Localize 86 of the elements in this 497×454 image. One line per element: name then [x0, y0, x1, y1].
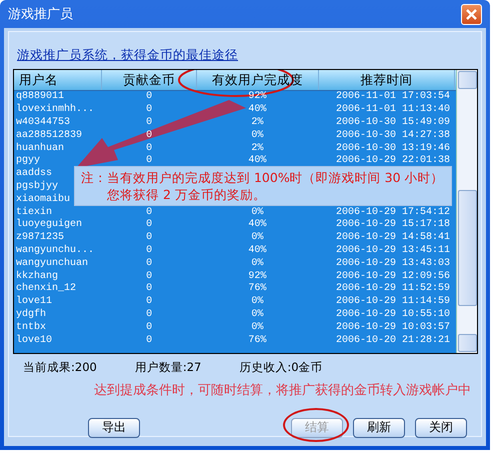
- stat-text: 当前成果:200: [23, 360, 97, 375]
- hint-text: 达到提成条件时，可随时结算，将推广获得的金币转入游戏帐户中: [93, 382, 472, 399]
- table-cell: 2006-10-20 21:28:21: [336, 334, 450, 346]
- table-cell: 2%: [251, 116, 264, 128]
- table-cell: 76%: [248, 334, 266, 346]
- table-cell: 0: [146, 334, 152, 346]
- table-cell: 2006-10-29 11:14:59: [336, 296, 450, 308]
- table-cell: z9871235: [16, 232, 64, 244]
- stat-text: 用户数量:27: [134, 360, 202, 375]
- table-cell: 0: [146, 270, 152, 282]
- note-text: 注：当有效用户的完成度达到 100%时（即游戏时间 30 小时）: [81, 169, 444, 186]
- table-cell: 2006-10-29 10:03:57: [336, 322, 450, 333]
- table-cell: 0%: [251, 308, 264, 320]
- table-cell: 0%: [251, 322, 264, 333]
- table-cell: 2006-10-29 14:58:41: [336, 232, 450, 244]
- scrollbar[interactable]: [456, 70, 477, 353]
- table-cell: xiaomaibu: [16, 194, 70, 205]
- table-cell: 2006-10-29 10:55:10: [336, 308, 450, 320]
- table-cell: 0: [146, 206, 152, 218]
- column-header[interactable]: 用户名: [14, 70, 102, 90]
- table-cell: 2006-11-01 11:13:40: [336, 104, 450, 116]
- table-cell: 2006-11-01 17:03:54: [336, 91, 450, 102]
- table-cell: 2006-10-30 14:27:38: [336, 130, 450, 141]
- table-cell: 0%: [251, 296, 264, 308]
- window-title: 游戏推广员: [8, 6, 73, 23]
- table-cell: q8889011: [16, 91, 64, 102]
- table-cell: 0: [146, 322, 152, 333]
- table-cell: ydgfh: [16, 308, 46, 320]
- table-cell: tiexin: [16, 206, 52, 218]
- table-cell: wangyunchu...: [16, 244, 94, 256]
- table-cell: 0%: [251, 206, 264, 218]
- table-cell: huanhuan: [16, 142, 64, 154]
- table-cell: 2006-10-29 12:09:56: [336, 270, 450, 282]
- table-cell: 40%: [248, 244, 266, 256]
- table-cell: 40%: [248, 219, 266, 230]
- table-cell: tntbx: [16, 322, 46, 333]
- table-cell: 2006-10-30 13:19:46: [336, 142, 450, 154]
- table-cell: 2006-10-29 11:52:59: [336, 283, 450, 294]
- table-cell: pgyy: [16, 155, 40, 166]
- table-cell: 0: [146, 116, 152, 128]
- table-cell: kkzhang: [16, 270, 58, 282]
- table-cell: w40344753: [16, 116, 70, 128]
- note-text: 您将获得 2 万金币的奖励。: [107, 186, 266, 203]
- table-cell: 0: [146, 258, 152, 269]
- table-cell: luoyeguigen: [16, 219, 82, 230]
- table-cell: lovexinmhh...: [16, 104, 94, 116]
- table-cell: 2006-10-30 15:49:09: [336, 116, 450, 128]
- table-cell: pgsbjyy: [16, 180, 58, 192]
- close-icon[interactable]: [461, 4, 482, 24]
- table-cell: 0: [146, 308, 152, 320]
- table-cell: 76%: [248, 283, 266, 294]
- table-cell: 0: [146, 296, 152, 308]
- export-button[interactable]: 导出: [88, 418, 140, 438]
- table-cell: 0: [146, 283, 152, 294]
- table-cell: 0: [146, 244, 152, 256]
- table-cell: 2006-10-29 13:43:03: [336, 258, 450, 269]
- table-cell: 0: [146, 130, 152, 141]
- table-cell: 0%: [251, 232, 264, 244]
- table-cell: 0: [146, 91, 152, 102]
- table-cell: 2006-10-29 22:01:38: [336, 155, 450, 166]
- column-header[interactable]: 贡献金币: [102, 70, 197, 90]
- table-cell: 0%: [251, 258, 264, 269]
- table-cell: 0: [146, 142, 152, 154]
- table-cell: 0: [146, 219, 152, 230]
- promo-link[interactable]: 游戏推广员系统，获得金币的最佳途径: [17, 47, 477, 64]
- table-cell: love11: [16, 296, 52, 308]
- table-cell: 0: [146, 155, 152, 166]
- table-cell: aaddss: [16, 168, 52, 180]
- table-cell: 92%: [248, 270, 266, 282]
- table-cell: 2006-10-29 17:54:12: [336, 206, 450, 218]
- table-cell: love10: [16, 334, 52, 346]
- table-cell: 2006-10-29 15:17:18: [336, 219, 450, 230]
- table-cell: aa288512839: [16, 130, 82, 141]
- table-cell: 40%: [248, 155, 266, 166]
- table-cell: 0: [146, 232, 152, 244]
- table-cell: wangyunchuan: [16, 258, 88, 269]
- table-cell: 0: [146, 104, 152, 116]
- close-button[interactable]: 关闭: [415, 418, 467, 438]
- column-header[interactable]: 推荐时间: [319, 70, 455, 90]
- table-cell: 0%: [251, 130, 264, 141]
- table-cell: 40%: [248, 104, 266, 116]
- stat-text: 历史收入:0金币: [239, 360, 323, 375]
- table-cell: chenxin_12: [16, 283, 76, 294]
- refresh-button[interactable]: 刷新: [353, 418, 405, 438]
- table-cell: 2%: [251, 142, 264, 154]
- table-cell: 2006-10-29 13:45:11: [336, 244, 450, 256]
